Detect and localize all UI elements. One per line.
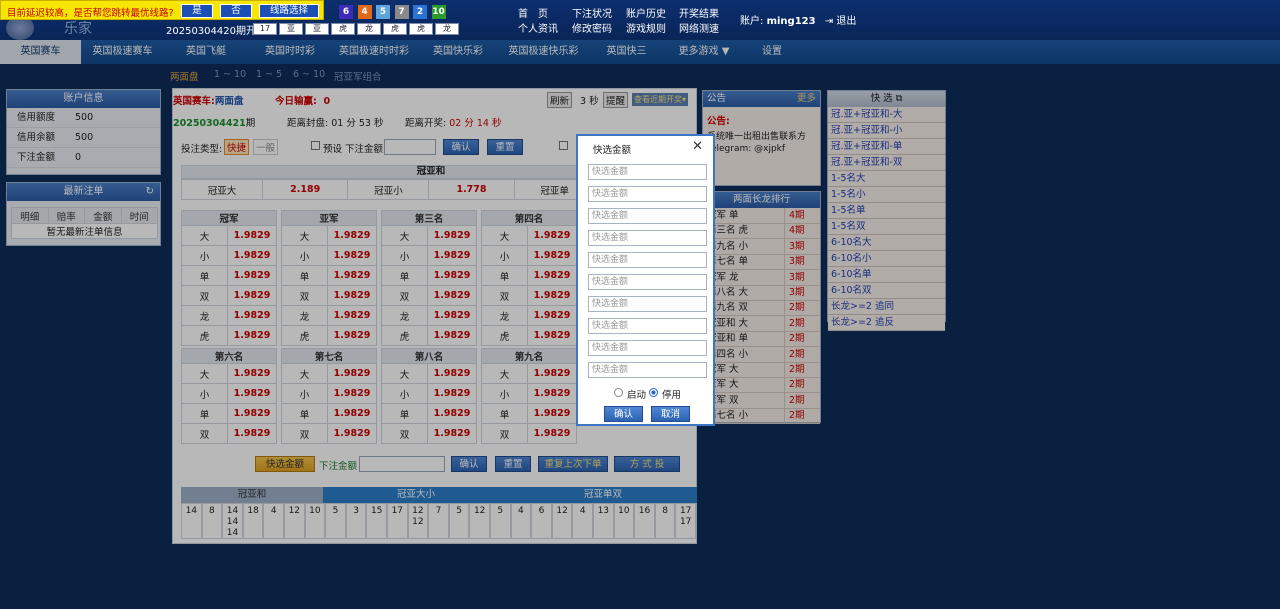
result-number: 5 bbox=[376, 5, 390, 19]
result-number: 7 bbox=[394, 5, 409, 19]
disable-label: 停用 bbox=[662, 390, 682, 401]
result-cell: 17 bbox=[253, 23, 277, 35]
top-nav-link[interactable]: 个人资讯 bbox=[518, 20, 558, 35]
result-cell: 虎 bbox=[409, 23, 433, 35]
result-cell: 龙 bbox=[357, 23, 381, 35]
top-nav-link[interactable]: 修改密码 bbox=[572, 20, 612, 35]
quick-amount-input[interactable]: 快选金额 bbox=[588, 252, 707, 268]
logout-link[interactable]: 退出 bbox=[836, 16, 856, 27]
latency-message: 目前延迟较高，是否帮您跳转最优线路? bbox=[7, 8, 174, 19]
disable-radio[interactable] bbox=[649, 388, 658, 397]
last-period-label: 20250304420期开奖 bbox=[166, 26, 266, 37]
yes-button[interactable]: 是 bbox=[181, 4, 213, 18]
result-cell: 虎 bbox=[383, 23, 407, 35]
quick-amount-input[interactable]: 快选金额 bbox=[588, 362, 707, 378]
modal-title: 快选金额 bbox=[593, 145, 632, 156]
top-nav-link[interactable]: 下注状况 bbox=[572, 5, 612, 20]
close-icon[interactable]: ✕ bbox=[692, 139, 703, 154]
result-cell: 亚 bbox=[279, 23, 303, 35]
top-nav-link[interactable]: 开奖结果 bbox=[679, 5, 719, 20]
quick-amount-input[interactable]: 快选金额 bbox=[588, 296, 707, 312]
route-select-button[interactable]: 线路选择 bbox=[259, 4, 319, 18]
result-number: 4 bbox=[357, 5, 372, 19]
account-name: ming123 bbox=[766, 16, 816, 27]
result-cell: 龙 bbox=[435, 23, 459, 35]
quick-amount-input[interactable]: 快选金额 bbox=[588, 230, 707, 246]
no-button[interactable]: 否 bbox=[220, 4, 252, 18]
result-number: 6 bbox=[339, 5, 353, 19]
result-number: 10 bbox=[431, 5, 446, 19]
enable-label: 启动 bbox=[627, 390, 647, 401]
modal-confirm-button[interactable]: 确认 bbox=[604, 406, 643, 422]
logout-icon[interactable]: ⇥ bbox=[825, 16, 833, 27]
top-nav-link[interactable]: 首 页 bbox=[518, 5, 548, 20]
quick-amount-input[interactable]: 快选金额 bbox=[588, 208, 707, 224]
quick-amount-modal: 快选金额 ✕ 快选金额 快选金额 快选金额 快选金额 快选金额 快选金额 快选金额 快选金额快… bbox=[576, 134, 715, 426]
user-box: 账户: ming123 ⇥ 退出 bbox=[740, 12, 856, 27]
top-nav-link[interactable]: 网络测速 bbox=[679, 20, 719, 35]
quick-amount-input[interactable]: 快选金额 bbox=[588, 274, 707, 290]
result-number: 2 bbox=[413, 5, 427, 19]
result-cell: 亚 bbox=[305, 23, 329, 35]
result-cell: 虎 bbox=[331, 23, 355, 35]
top-nav-link[interactable]: 游戏规则 bbox=[626, 20, 666, 35]
latency-notice: 目前延迟较高，是否帮您跳转最优线路? 是 否 线路选择 bbox=[0, 0, 324, 20]
modal-cancel-button[interactable]: 取消 bbox=[651, 406, 690, 422]
quick-amount-input[interactable]: 快选金额 bbox=[588, 318, 707, 334]
quick-amount-input[interactable]: 快选金额 bbox=[588, 186, 707, 202]
top-nav-link[interactable]: 账户历史 bbox=[626, 5, 666, 20]
quick-amount-input[interactable]: 快选金额 bbox=[588, 340, 707, 356]
account-label: 账户: bbox=[740, 16, 764, 27]
enable-radio[interactable] bbox=[614, 388, 623, 397]
quick-amount-input[interactable]: 快选金额 bbox=[588, 164, 707, 180]
logo: 乐家 bbox=[0, 16, 160, 40]
